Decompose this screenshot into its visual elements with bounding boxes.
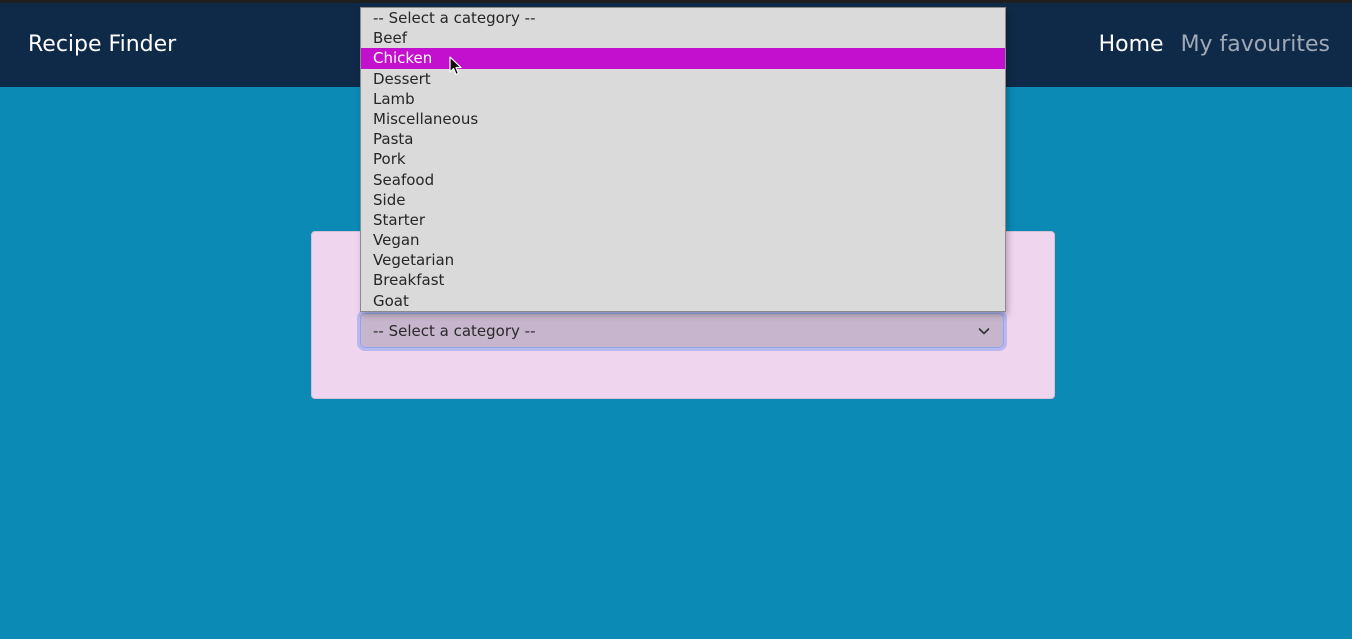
option-breakfast[interactable]: Breakfast	[361, 270, 1005, 290]
option-chicken[interactable]: Chicken	[361, 48, 1005, 69]
option-pasta[interactable]: Pasta	[361, 129, 1005, 149]
option-starter[interactable]: Starter	[361, 210, 1005, 230]
nav-link-home[interactable]: Home	[1099, 31, 1164, 59]
option-pork[interactable]: Pork	[361, 149, 1005, 169]
nav-links: Home My favourites	[1099, 31, 1330, 59]
brand-link[interactable]: Recipe Finder	[28, 31, 176, 59]
category-dropdown-list[interactable]: -- Select a category -- Beef Chicken Des…	[360, 7, 1006, 312]
option-goat[interactable]: Goat	[361, 291, 1005, 311]
nav-link-my-favourites[interactable]: My favourites	[1181, 31, 1330, 59]
option-vegan[interactable]: Vegan	[361, 230, 1005, 250]
chevron-down-icon	[978, 328, 990, 335]
option-dessert[interactable]: Dessert	[361, 69, 1005, 89]
category-select[interactable]: -- Select a category --	[360, 313, 1004, 348]
category-select-value: -- Select a category --	[373, 322, 536, 340]
option-lamb[interactable]: Lamb	[361, 89, 1005, 109]
option-vegetarian[interactable]: Vegetarian	[361, 250, 1005, 270]
option-seafood[interactable]: Seafood	[361, 170, 1005, 190]
option-miscellaneous[interactable]: Miscellaneous	[361, 109, 1005, 129]
option-side[interactable]: Side	[361, 190, 1005, 210]
option-select-a-category[interactable]: -- Select a category --	[361, 8, 1005, 28]
option-beef[interactable]: Beef	[361, 28, 1005, 48]
